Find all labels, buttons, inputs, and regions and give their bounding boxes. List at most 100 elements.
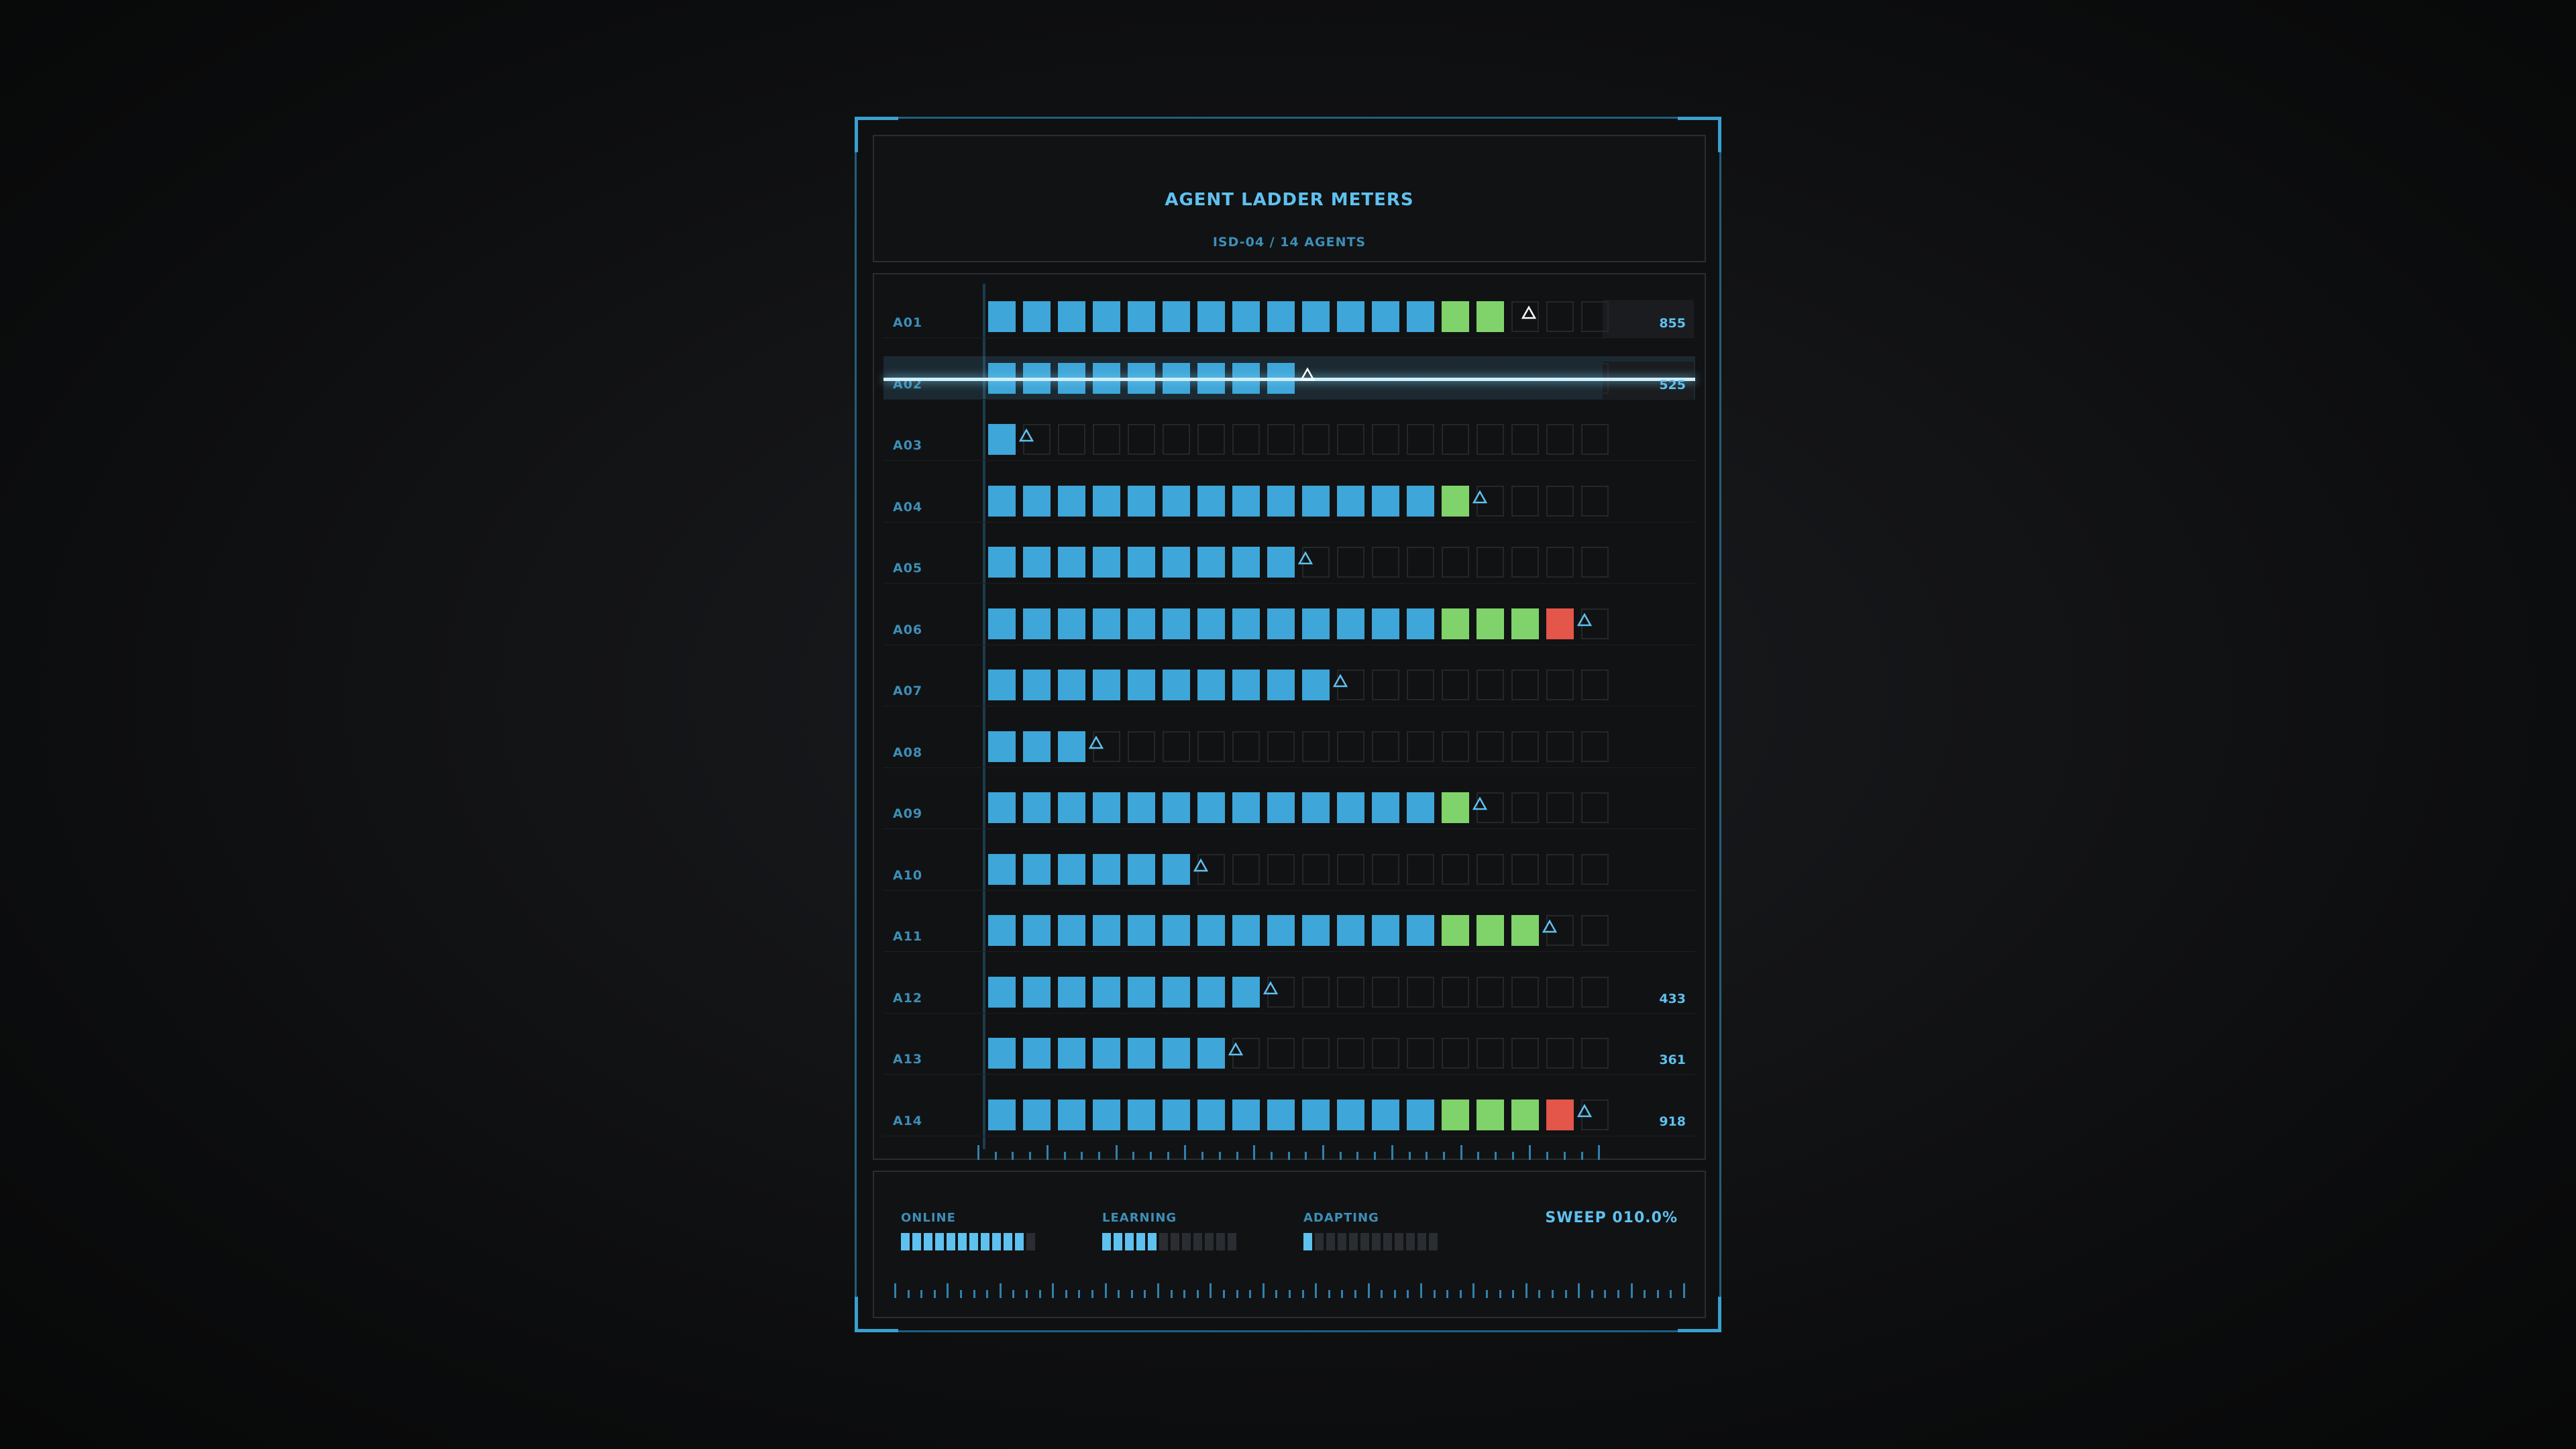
meter-cell: [1546, 976, 1574, 1008]
status-segment: [901, 1233, 910, 1250]
meter-cell: [1163, 792, 1190, 823]
footer-tick: [907, 1290, 910, 1298]
meter-row[interactable]: A03: [883, 400, 1695, 461]
footer-tick: [1157, 1283, 1159, 1298]
meter-cell: [1232, 792, 1260, 823]
meter-cell: [1128, 1099, 1155, 1130]
meter-cell: [988, 731, 1016, 762]
meter-row[interactable]: A12 433: [883, 953, 1695, 1014]
status-segment: [1406, 1233, 1415, 1250]
meter-cell: [1197, 915, 1225, 946]
meter-cell: [1267, 731, 1295, 762]
row-value: 433: [1659, 991, 1686, 1006]
meter-row[interactable]: A05: [883, 523, 1695, 584]
meter-cell: [1023, 547, 1051, 578]
meter-cell: [1267, 485, 1295, 517]
footer-panel: ONLINE LEARNING ADAPTING SWEEP 010.0%: [873, 1171, 1706, 1318]
footer-tick: [1552, 1290, 1554, 1298]
meter-cell: [988, 792, 1016, 823]
meter-row[interactable]: A09: [883, 768, 1695, 829]
meter-cell: [1337, 853, 1364, 885]
meter-cell: [1232, 547, 1260, 578]
status-segment: [1015, 1233, 1024, 1250]
meter-cell: [1511, 1099, 1539, 1130]
meter-row[interactable]: A14 918: [883, 1075, 1695, 1136]
meter-cell: [1546, 301, 1574, 332]
meter-cell: [1058, 669, 1085, 700]
meter-cell: [988, 608, 1016, 639]
row-label: A11: [893, 929, 923, 944]
meter-row[interactable]: A04: [883, 462, 1695, 523]
status-segment: [1171, 1233, 1179, 1250]
meter-cell: [1337, 424, 1364, 455]
footer-tick: [933, 1290, 936, 1298]
scale-tick: [1046, 1145, 1049, 1160]
scale-tick: [1426, 1152, 1428, 1160]
meter-row[interactable]: A10: [883, 830, 1695, 891]
meter-row[interactable]: A11: [883, 891, 1695, 952]
row-label: A01: [893, 315, 923, 330]
footer-tick: [1026, 1290, 1028, 1298]
meter-cell: [1407, 1038, 1434, 1069]
meter-cell: [1581, 669, 1609, 700]
online-label: ONLINE: [901, 1211, 956, 1225]
scale-tick: [1391, 1145, 1393, 1160]
scale-tick: [1236, 1152, 1238, 1160]
status-segment: [1360, 1233, 1369, 1250]
meter-cell: [1023, 669, 1051, 700]
status-segment: [969, 1233, 978, 1250]
agent-ladder-window: AGENT LADDER METERS ISD-04 / 14 AGENTS A…: [855, 117, 1721, 1332]
meter-cell: [1581, 1038, 1609, 1069]
meter-cell: [1232, 669, 1260, 700]
meter-cell: [1546, 853, 1574, 885]
footer-tick: [1670, 1290, 1672, 1298]
meter-cell: [1442, 485, 1469, 517]
meter-cell: [1407, 853, 1434, 885]
meter-cell: [1546, 485, 1574, 517]
footer-tick: [1236, 1290, 1238, 1298]
footer-tick: [1499, 1290, 1501, 1298]
meter-row[interactable]: A06: [883, 584, 1695, 645]
footer-tick: [1012, 1290, 1015, 1298]
meter-cell: [1023, 1099, 1051, 1130]
meter-cell: [1337, 301, 1364, 332]
meter-row[interactable]: A01 855: [883, 277, 1695, 338]
meter-cell: [1581, 731, 1609, 762]
meter-cell: [1546, 1099, 1574, 1130]
scale-tick: [1270, 1152, 1273, 1160]
meter-cell: [1477, 976, 1504, 1008]
meter-cell: [1163, 1099, 1190, 1130]
meter-cell: [1128, 1038, 1155, 1069]
meter-cell: [1232, 301, 1260, 332]
footer-tick: [986, 1290, 989, 1298]
scale-tick: [1495, 1152, 1497, 1160]
meter-row[interactable]: A02 525: [883, 339, 1695, 400]
status-segment: [1326, 1233, 1335, 1250]
meter-cell: [1128, 669, 1155, 700]
meter-cell: [1093, 853, 1120, 885]
footer-tick: [1486, 1290, 1488, 1298]
meter-cell: [1197, 669, 1225, 700]
meter-cell: [1511, 669, 1539, 700]
status-segment: [1216, 1233, 1225, 1250]
meter-cell: [1442, 976, 1469, 1008]
online-bar: [901, 1233, 1035, 1250]
row-label: A09: [893, 806, 923, 821]
footer-tick: [1420, 1283, 1422, 1298]
meter-cell: [1581, 547, 1609, 578]
meter-cell: [1442, 301, 1469, 332]
scale-tick: [1012, 1152, 1014, 1160]
meter-row[interactable]: A08: [883, 707, 1695, 768]
meter-cell: [1058, 915, 1085, 946]
meter-cell: [1372, 1038, 1399, 1069]
footer-tick: [1091, 1290, 1093, 1298]
footer-tick: [1538, 1290, 1541, 1298]
scale-tick: [1580, 1152, 1583, 1160]
footer-tick: [1446, 1290, 1449, 1298]
meter-cell: [1093, 976, 1120, 1008]
status-segment: [1303, 1233, 1312, 1250]
meter-row[interactable]: A13 361: [883, 1014, 1695, 1075]
meter-cell: [1407, 424, 1434, 455]
meter-cell: [1442, 608, 1469, 639]
meter-row[interactable]: A07: [883, 645, 1695, 706]
